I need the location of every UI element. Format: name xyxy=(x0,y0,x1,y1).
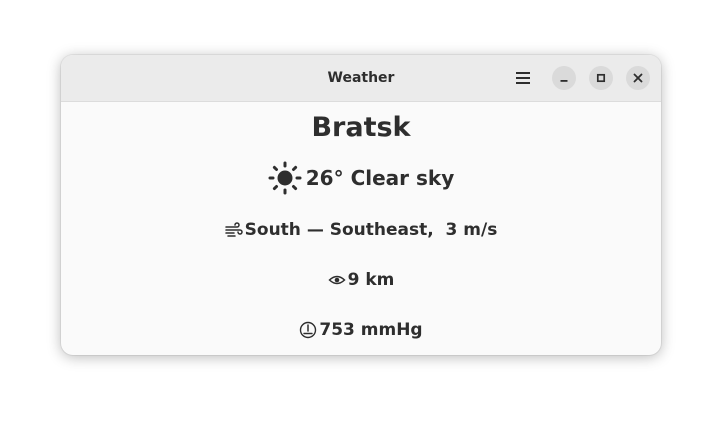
wind-icon xyxy=(224,221,243,239)
pressure-gauge-icon xyxy=(299,321,317,339)
temperature-value: 26° xyxy=(305,166,344,190)
hamburger-menu-icon xyxy=(515,71,531,85)
headerbar: Weather xyxy=(61,55,661,102)
main-menu-button[interactable] xyxy=(511,67,535,89)
wind-text: South — Southeast, 3 m/s xyxy=(244,220,498,240)
sun-icon xyxy=(268,161,302,195)
temperature-row: 26° Clear sky xyxy=(61,161,661,195)
close-button[interactable] xyxy=(626,66,650,90)
visibility-row: 9 km xyxy=(61,268,661,292)
maximize-icon xyxy=(596,73,606,83)
city-name: Bratsk xyxy=(311,111,411,143)
maximize-button[interactable] xyxy=(589,66,613,90)
weather-window: Weather Bratsk 26° Clear sky South — Sou… xyxy=(61,55,661,355)
condition-text: Clear sky xyxy=(350,166,455,190)
minimize-icon xyxy=(559,73,569,83)
pressure-text: 753 mmHg xyxy=(319,320,423,340)
city-row: Bratsk xyxy=(61,110,661,144)
eye-icon xyxy=(328,271,346,289)
pressure-row: 753 mmHg xyxy=(61,318,661,342)
visibility-text: 9 km xyxy=(347,270,395,290)
wind-row: South — Southeast, 3 m/s xyxy=(61,218,661,242)
close-icon xyxy=(633,73,643,83)
minimize-button[interactable] xyxy=(552,66,576,90)
weather-content: Bratsk 26° Clear sky South — Southeast, … xyxy=(61,102,661,355)
